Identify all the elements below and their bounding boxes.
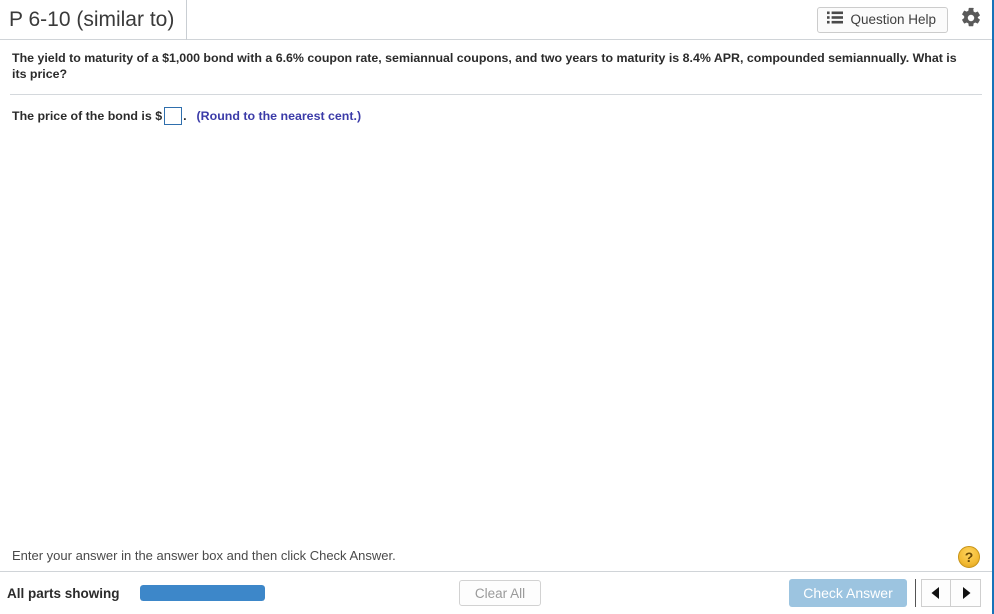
nav-button-group xyxy=(921,579,981,607)
help-question-label: ? xyxy=(964,549,974,565)
answer-input[interactable] xyxy=(164,107,183,126)
settings-button[interactable] xyxy=(958,7,984,33)
clear-all-button[interactable]: Clear All xyxy=(459,580,541,606)
nav-separator xyxy=(915,579,916,607)
right-triangle-icon xyxy=(960,586,972,600)
question-help-button[interactable]: Question Help xyxy=(817,7,948,33)
footer-instruction: Enter your answer in the answer box and … xyxy=(12,548,396,563)
left-triangle-icon xyxy=(930,586,942,600)
question-help-label: Question Help xyxy=(850,12,936,28)
answer-period: . xyxy=(183,109,187,124)
answer-row: The price of the bond is $ . (Round to t… xyxy=(0,95,992,126)
check-answer-button[interactable]: Check Answer xyxy=(789,579,907,607)
question-text: The yield to maturity of a $1,000 bond w… xyxy=(12,51,957,82)
header-bar: P 6-10 (similar to) Question Help xyxy=(0,0,992,40)
header-actions: Question Help xyxy=(817,0,984,40)
answer-prompt-label: The price of the bond is $ xyxy=(12,109,163,124)
footer-toolbar: All parts showing Clear All Check Answer xyxy=(0,571,992,614)
help-question-icon[interactable]: ? xyxy=(958,546,980,568)
list-icon xyxy=(827,11,844,29)
parts-status-label: All parts showing xyxy=(7,585,120,601)
parts-progress-bar xyxy=(140,585,265,601)
question-block: The yield to maturity of a $1,000 bond w… xyxy=(0,40,992,90)
previous-question-button[interactable] xyxy=(921,579,951,607)
question-title-tab: P 6-10 (similar to) xyxy=(0,0,188,40)
parts-progress-fill xyxy=(140,585,265,601)
page-title: P 6-10 (similar to) xyxy=(9,8,175,31)
gear-icon xyxy=(960,7,982,34)
next-question-button[interactable] xyxy=(951,579,981,607)
work-area xyxy=(0,125,992,549)
exercise-window: P 6-10 (similar to) Question Help The yi… xyxy=(0,0,994,614)
rounding-hint: (Round to the nearest cent.) xyxy=(196,109,362,124)
